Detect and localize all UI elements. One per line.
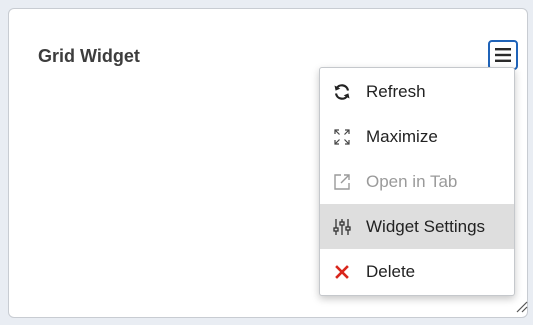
menu-item-refresh[interactable]: Refresh [320,69,514,114]
menu-item-maximize[interactable]: Maximize [320,114,514,159]
menu-item-label: Widget Settings [366,216,486,236]
widget-context-menu: Refresh Maximize Open in Tab Widget Sett… [319,67,515,296]
menu-item-label: Refresh [366,81,426,101]
widget-title: Grid Widget [38,46,140,66]
menu-item-widget-settings[interactable]: Widget Settings [320,204,514,249]
sliders-icon [331,216,353,238]
open-in-tab-icon [331,171,353,193]
menu-item-delete[interactable]: Delete [320,249,514,294]
menu-item-label: Delete [366,261,416,281]
menu-item-open-in-tab[interactable]: Open in Tab [320,159,514,204]
close-icon [331,261,353,283]
refresh-icon [331,81,353,103]
menu-item-label: Maximize [366,126,438,146]
menu-item-label: Open in Tab [366,171,458,191]
maximize-icon [331,126,353,148]
resize-handle-icon[interactable] [514,299,528,313]
hamburger-menu-icon [495,48,511,62]
widget-menu-button[interactable] [488,40,518,70]
